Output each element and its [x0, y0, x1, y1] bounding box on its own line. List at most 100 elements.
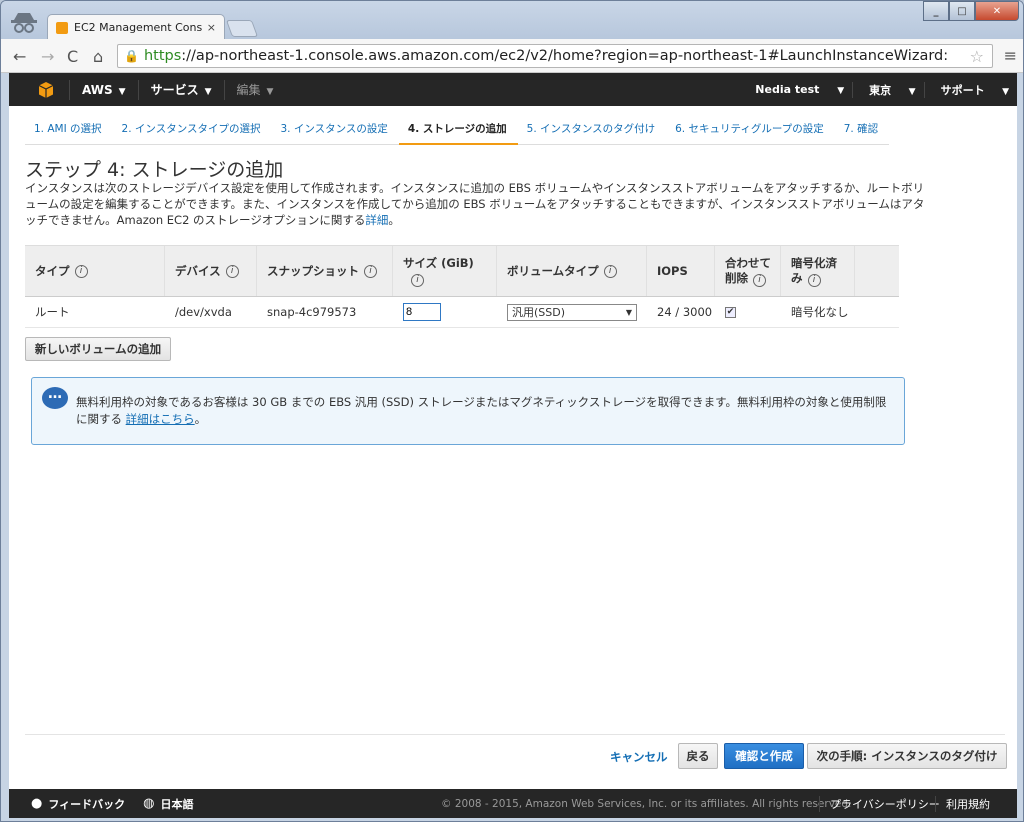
back-button[interactable]: 戻る [678, 743, 718, 769]
details-link[interactable]: 詳細 [365, 213, 388, 227]
info-icon[interactable]: i [807, 273, 821, 287]
aws-menu-label: AWS [82, 82, 113, 97]
dropdown-arrow-icon: ▼ [625, 307, 632, 317]
terms-link[interactable]: 利用規約 [935, 795, 990, 812]
cell-device: /dev/xvda [175, 305, 232, 319]
support-label: サポート [940, 83, 985, 97]
size-input[interactable] [403, 303, 441, 321]
cell-volume-type: 汎用(SSD) ▼ [497, 303, 647, 321]
learn-more-link[interactable]: 詳細はこちら [126, 412, 195, 426]
speech-bubble-icon: ● [31, 796, 43, 811]
chevron-down-icon: ▼ [837, 86, 845, 96]
language-selector[interactable]: ◍ 日本語 [143, 796, 193, 812]
table-header: タイプ i デバイス i スナップショット i サイズ (GiB) i ボリュームタイプ… [25, 245, 899, 297]
close-window-button[interactable]: ✕ [975, 1, 1019, 21]
url-bar[interactable]: 🔒 https://ap-northeast-1.console.aws.ama… [117, 44, 993, 68]
info-icon[interactable]: i [74, 264, 88, 278]
nav-divider [137, 79, 139, 100]
console-footer: ● フィードバック ◍ 日本語 © 2008 - 2015, Amazon Web … [9, 789, 1017, 818]
header-iops: IOPS [647, 246, 715, 296]
footer-divider [25, 734, 1005, 735]
header-delete-label-2: 削除 [725, 270, 748, 285]
wizard-step-storage[interactable]: 4. ストレージの追加 [398, 121, 518, 145]
info-icon[interactable]: i [225, 264, 239, 278]
chrome-menu-icon[interactable]: ≡ [1004, 46, 1017, 65]
cell-iops: 24 / 3000 [657, 305, 713, 319]
aws-menu[interactable]: AWS ▼ [82, 83, 126, 97]
edit-label: 編集 [236, 83, 261, 97]
aws-favicon-icon [56, 21, 68, 34]
volume-type-select[interactable]: 汎用(SSD) ▼ [507, 303, 637, 321]
url-scheme: https [143, 48, 182, 64]
description-end: 。 [388, 213, 400, 227]
browser-window: EC2 Management Cons × _ □ ✕ ← → C ⌂ 🔒 ht… [0, 0, 1024, 822]
info-icon[interactable]: i [603, 264, 617, 278]
region-label: 東京 [869, 83, 892, 97]
info-icon[interactable]: i [411, 273, 424, 287]
cell-encrypted: 暗号化なし [791, 305, 849, 319]
info-icon[interactable]: i [364, 264, 377, 278]
aws-top-nav: AWS ▼ サービス ▼ 編集 ▼ Nedia test ▼ 東京 ▼ サポート ▼ [9, 73, 1017, 106]
globe-icon: ◍ [143, 796, 155, 811]
table-row: ルート /dev/xvda snap-4c979573 汎用(SSD) ▼ 24 … [25, 297, 899, 328]
wizard-step-security-group[interactable]: 6. セキュリティグループの設定 [666, 121, 835, 145]
chevron-down-icon: ▼ [266, 87, 274, 97]
region-menu[interactable]: 東京 ▼ [852, 81, 923, 98]
tab-close-icon[interactable]: × [207, 21, 216, 34]
header-device: デバイス i [165, 246, 257, 296]
bookmark-star-icon[interactable]: ☆ [970, 47, 984, 66]
aws-page: AWS ▼ サービス ▼ 編集 ▼ Nedia test ▼ 東京 ▼ サポート ▼ … [9, 73, 1017, 818]
description-text: インスタンスは次のストレージデバイス設定を使用して作成されます。インスタンスに追… [25, 181, 925, 227]
delete-on-termination-checkbox[interactable]: ✔ [725, 306, 736, 318]
maximize-button[interactable]: □ [949, 1, 975, 21]
free-tier-info-box: … 無料利用枠の対象であるお客様は 30 GB までの EBS 汎用 (SSD)… [31, 377, 905, 445]
url-text: ://ap-northeast-1.console.aws.amazon.com… [181, 48, 949, 64]
chevron-down-icon: ▼ [118, 86, 126, 97]
chat-bubble-icon: … [42, 387, 68, 409]
feedback-label: フィードバック [48, 797, 126, 811]
wizard-step-review[interactable]: 7. 確認 [834, 121, 890, 145]
cell-snapshot: snap-4c979573 [267, 305, 357, 319]
new-tab-button[interactable] [225, 20, 259, 37]
info-icon[interactable]: i [753, 273, 766, 287]
wizard-step-instance-type[interactable]: 2. インスタンスタイプの選択 [112, 121, 272, 145]
chevron-down-icon: ▼ [1002, 86, 1009, 97]
edit-menu[interactable]: 編集 ▼ [237, 81, 274, 98]
review-and-launch-button[interactable]: 確認と作成 [724, 743, 804, 769]
header-size: サイズ (GiB) i [393, 246, 497, 296]
window-controls: _ □ ✕ [923, 1, 1019, 21]
cancel-link[interactable]: キャンセル [610, 749, 668, 765]
info-text: 無料利用枠の対象であるお客様は 30 GB までの EBS 汎用 (SSD) ス… [76, 394, 896, 428]
aws-logo-icon[interactable] [37, 81, 55, 99]
services-menu[interactable]: サービス ▼ [151, 81, 212, 98]
info-end: 。 [194, 412, 207, 426]
chevron-down-icon: ▼ [204, 87, 212, 97]
privacy-policy-link[interactable]: プライバシーポリシー [819, 795, 940, 812]
account-menu[interactable]: Nedia test ▼ [739, 83, 852, 96]
wizard-step-configure[interactable]: 3. インスタンスの設定 [271, 121, 399, 145]
reload-icon[interactable]: C [67, 47, 78, 66]
back-arrow-icon[interactable]: ← [13, 47, 26, 66]
header-encrypted: 暗号化済み i [781, 246, 855, 296]
nav-divider [69, 79, 70, 100]
feedback-link[interactable]: ● フィードバック [31, 796, 125, 812]
header-size-label: サイズ (GiB) [403, 255, 474, 270]
header-snapshot: スナップショット i [257, 246, 393, 296]
cell-type: ルート [35, 305, 70, 319]
chevron-down-icon: ▼ [908, 86, 916, 97]
add-volume-button[interactable]: 新しいボリュームの追加 [25, 337, 171, 361]
header-encrypted-label-2-row: みi [791, 271, 821, 287]
address-toolbar: ← → C ⌂ 🔒 https://ap-northeast-1.console… [1, 39, 1023, 73]
language-label: 日本語 [160, 797, 194, 811]
forward-arrow-icon[interactable]: → [41, 47, 54, 66]
header-encrypted-label-2: み [791, 270, 803, 285]
next-add-tags-button[interactable]: 次の手順: インスタンスのタグ付け [807, 743, 1007, 769]
browser-tab[interactable]: EC2 Management Cons × [47, 14, 225, 40]
wizard-step-ami[interactable]: 1. AMI の選択 [25, 121, 113, 145]
minimize-button[interactable]: _ [923, 1, 949, 21]
header-type: タイプ i [25, 246, 165, 296]
wizard-step-tags[interactable]: 5. インスタンスのタグ付け [517, 121, 667, 145]
account-label: Nedia test [755, 83, 820, 96]
home-icon[interactable]: ⌂ [93, 47, 103, 66]
support-menu[interactable]: サポート ▼ [923, 81, 1017, 98]
